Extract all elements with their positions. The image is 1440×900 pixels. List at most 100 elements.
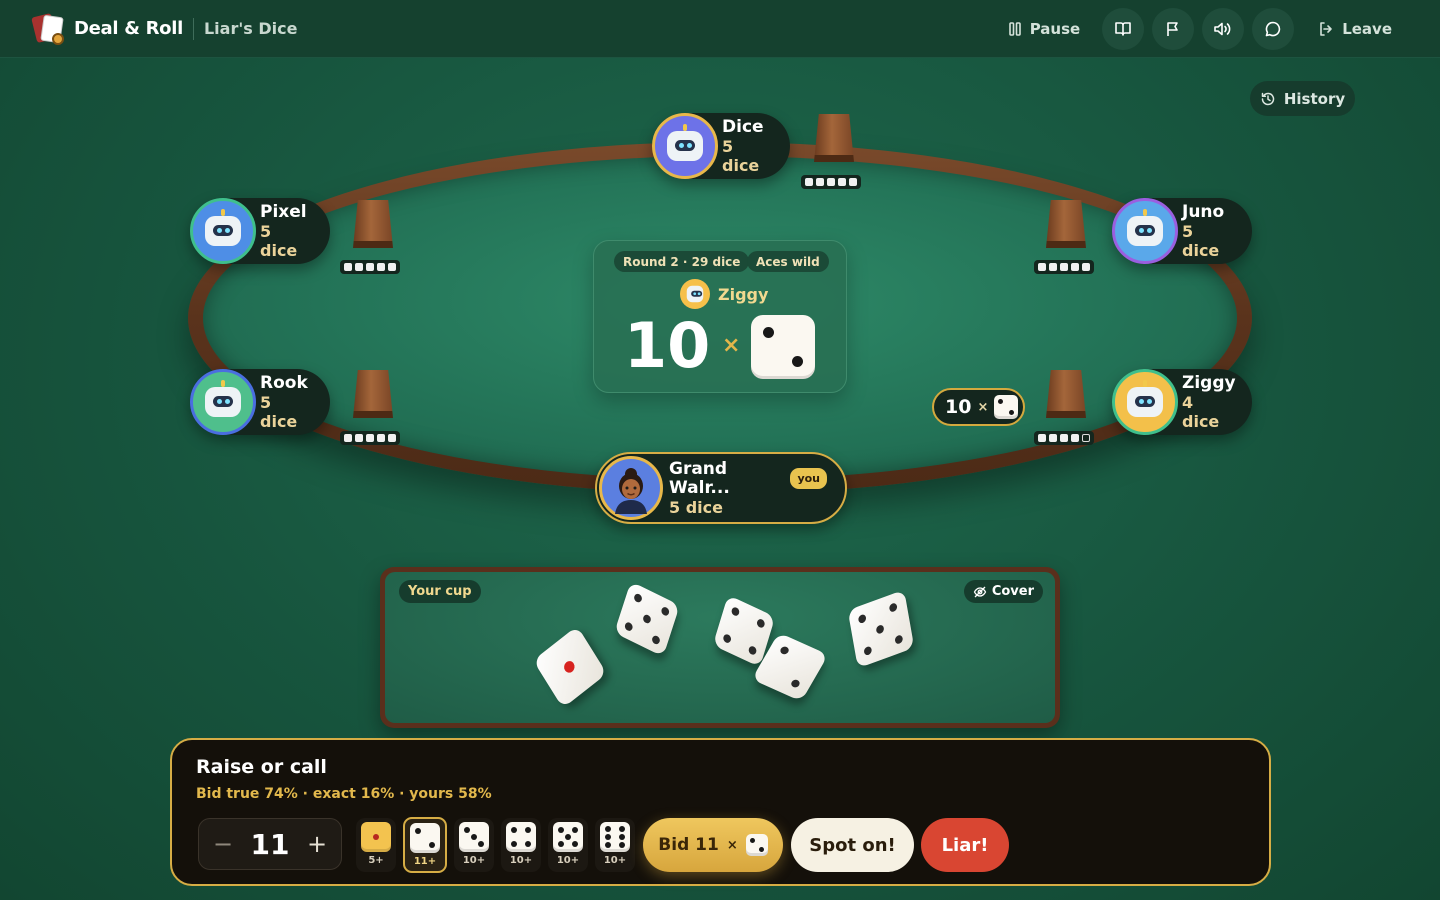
chat-button[interactable]	[1252, 7, 1295, 50]
my-die-four-a	[614, 581, 680, 657]
player-name: Pixel	[260, 201, 307, 222]
robot-avatar-icon	[205, 380, 241, 417]
cup-rook	[353, 370, 393, 418]
remaining-dice-dice	[801, 175, 861, 189]
history-icon	[1261, 92, 1275, 105]
quantity-value: 11	[250, 827, 290, 861]
remaining-dice-ziggy	[1034, 431, 1094, 445]
robot-avatar-icon	[1127, 209, 1163, 246]
deal-and-roll-logo-icon	[31, 12, 66, 45]
leave-label: Leave	[1342, 19, 1392, 38]
player-seat-juno: Juno 5 dice	[1112, 198, 1252, 264]
avatar	[1112, 369, 1178, 435]
my-die-five	[847, 589, 915, 669]
player-seat-ziggy: Ziggy 4 dice	[1112, 369, 1252, 435]
last-bid-quantity: 10	[945, 396, 972, 418]
player-seat-dice: Dice 5 dice	[652, 113, 790, 179]
player-dice-count: 5 dice	[1182, 221, 1220, 260]
bid-odds-text: Bid true 74% · exact 16% · yours 58%	[196, 786, 492, 802]
die-face-five-icon	[553, 822, 583, 852]
player-name: Grand Walr...	[669, 458, 730, 498]
face-selector: 5+ 11+ 10+ 10+ 10+ 10+	[356, 817, 635, 873]
eye-off-icon	[973, 586, 987, 597]
face-option-five[interactable]: 10+	[548, 818, 588, 872]
player-name: Dice	[722, 116, 764, 137]
bid-button-die-two-icon	[745, 834, 768, 856]
avatar	[1112, 198, 1178, 264]
brand-name: Deal & Roll	[74, 18, 183, 39]
bid-button-label: Bid 11	[658, 835, 719, 855]
last-bid-die-face-two	[994, 395, 1019, 419]
leave-button[interactable]: Leave	[1302, 20, 1408, 38]
remaining-dice-pixel	[340, 260, 400, 274]
bid-button-times: ×	[726, 837, 738, 853]
current-bidder: Ziggy	[680, 279, 768, 309]
face-option-six[interactable]: 10+	[595, 818, 635, 872]
decrease-quantity-button[interactable]: −	[209, 830, 237, 858]
die-face-two-icon	[410, 823, 440, 853]
sound-button[interactable]	[1202, 7, 1245, 50]
face-min-quantity: 10+	[462, 855, 486, 866]
you-badge: you	[790, 468, 827, 489]
face-option-three[interactable]: 10+	[454, 818, 494, 872]
face-min-quantity: 10+	[509, 855, 533, 866]
rules-button[interactable]	[1102, 7, 1145, 50]
bid-times-sign: ×	[722, 333, 741, 358]
sound-icon	[1214, 22, 1231, 35]
cover-label: Cover	[991, 584, 1034, 599]
top-bar: Deal & Roll Liar's Dice Pause Leave	[0, 0, 1440, 58]
face-option-four[interactable]: 10+	[501, 818, 541, 872]
flag-icon	[1167, 21, 1178, 36]
player-dice-count: 4 dice	[1182, 392, 1220, 431]
spot-on-button[interactable]: Spot on!	[791, 818, 914, 872]
report-button[interactable]	[1152, 7, 1195, 50]
pause-icon	[1008, 21, 1021, 36]
my-die-one	[533, 625, 607, 709]
person-avatar-icon	[615, 468, 647, 514]
remaining-dice-rook	[340, 431, 400, 445]
face-min-quantity: 10+	[556, 855, 580, 866]
robot-avatar-icon	[1127, 380, 1163, 417]
pause-label: Pause	[1029, 19, 1081, 38]
place-bid-button[interactable]: Bid 11 ×	[643, 818, 783, 872]
rules-book-icon	[1115, 21, 1131, 36]
brand-divider	[192, 17, 194, 40]
your-cup-label: Your cup	[399, 580, 481, 603]
robot-avatar-icon	[205, 209, 241, 246]
player-name: Juno	[1182, 201, 1225, 222]
bid-die-face-two	[751, 315, 815, 379]
round-info-badge: Round 2 · 29 dice	[614, 251, 750, 272]
die-face-one-icon	[361, 822, 391, 852]
action-panel: Raise or call Bid true 74% · exact 16% ·…	[170, 738, 1271, 886]
cup-juno	[1046, 200, 1086, 248]
liar-button[interactable]: Liar!	[921, 818, 1009, 872]
cup-dice	[814, 114, 854, 162]
avatar	[599, 456, 663, 520]
face-min-quantity: 11+	[413, 856, 437, 867]
die-face-three-icon	[459, 822, 489, 852]
current-bid-panel: Round 2 · 29 dice Aces wild Ziggy 10 ×	[593, 240, 847, 393]
remaining-dice-juno	[1034, 260, 1094, 274]
history-button[interactable]: History	[1250, 81, 1355, 116]
player-dice-count: 5 dice	[260, 221, 298, 260]
increase-quantity-button[interactable]: +	[303, 830, 331, 858]
face-option-one[interactable]: 5+	[356, 818, 396, 872]
face-min-quantity: 5+	[368, 855, 384, 866]
player-seat-you: Grand Walr... you 5 dice	[595, 452, 847, 524]
game-name: Liar's Dice	[203, 19, 298, 38]
player-seat-rook: Rook 5 dice	[190, 369, 330, 435]
avatar	[652, 113, 718, 179]
player-dice-count: 5 dice	[722, 136, 760, 175]
player-name: Rook	[260, 372, 308, 393]
avatar	[190, 198, 256, 264]
player-dice-count: 5 dice	[260, 392, 298, 431]
pause-button[interactable]: Pause	[994, 9, 1095, 49]
player-name: Ziggy	[1182, 372, 1236, 393]
player-dice-count: 5 dice	[669, 497, 723, 517]
history-label: History	[1283, 89, 1346, 108]
leave-icon	[1320, 21, 1332, 36]
last-bid-tag: 10 ×	[932, 388, 1025, 426]
cover-button[interactable]: Cover	[963, 580, 1043, 603]
last-bid-times: ×	[977, 399, 989, 415]
face-option-two[interactable]: 11+	[403, 817, 447, 873]
